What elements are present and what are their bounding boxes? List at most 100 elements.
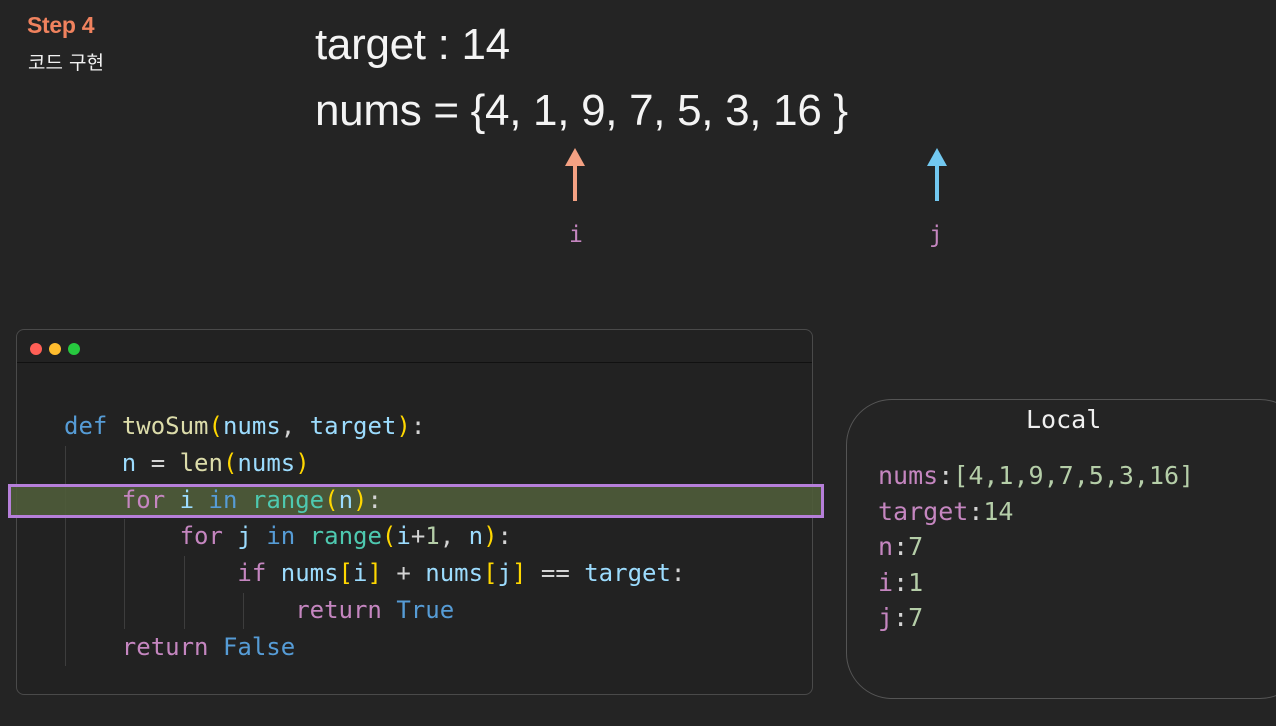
code-token: ( bbox=[381, 522, 397, 551]
code-token: for bbox=[121, 485, 166, 514]
code-token: in bbox=[208, 485, 238, 514]
code-line: def twoSum(nums, target): bbox=[64, 408, 685, 445]
code-token: n bbox=[468, 522, 484, 551]
code-token: if bbox=[237, 559, 267, 588]
pointer-i-arrow-icon bbox=[565, 148, 585, 201]
local-variable-name: target bbox=[878, 496, 969, 526]
code-token: n bbox=[338, 485, 354, 514]
local-variable-separator: : bbox=[893, 567, 909, 597]
local-variable-separator: : bbox=[893, 532, 909, 561]
close-dot-icon[interactable] bbox=[30, 343, 42, 355]
minimize-dot-icon[interactable] bbox=[49, 343, 61, 355]
code-token: : bbox=[497, 522, 512, 551]
code-token: , bbox=[439, 522, 469, 551]
local-variable-separator: : bbox=[938, 461, 954, 490]
code-token: nums bbox=[237, 448, 296, 477]
slide-canvas: Step 4 코드 구현 target : 14 nums = {4, 1, 9… bbox=[0, 0, 1276, 726]
code-token: for bbox=[179, 522, 223, 551]
local-variable-name: nums bbox=[878, 461, 939, 490]
code-token: return bbox=[121, 632, 209, 661]
local-variable-row: i:1 bbox=[878, 565, 1194, 601]
local-variable-value: 14 bbox=[983, 496, 1014, 526]
local-variable-value: [4,1,9,7,5,3,16] bbox=[953, 461, 1195, 490]
code-token: ] bbox=[511, 559, 527, 588]
step-title: Step 4 bbox=[27, 12, 95, 38]
code-token: + bbox=[410, 522, 426, 551]
code-line: n = len(nums) bbox=[64, 445, 685, 482]
code-token: : bbox=[410, 412, 426, 440]
code-token: def bbox=[64, 412, 108, 440]
code-token: ) bbox=[353, 485, 368, 514]
target-line: target : 14 bbox=[315, 20, 510, 69]
local-variable-name: n bbox=[878, 532, 894, 561]
code-line: for j in range(i+1, n): bbox=[64, 518, 685, 555]
code-token: 1 bbox=[425, 522, 440, 551]
code-token: i bbox=[179, 485, 195, 514]
maximize-dot-icon[interactable] bbox=[68, 343, 80, 355]
code-token: : bbox=[367, 485, 382, 514]
code-token: ( bbox=[324, 485, 339, 514]
code-token: nums bbox=[222, 412, 281, 440]
code-token: j bbox=[237, 522, 252, 551]
code-window-titlebar bbox=[17, 330, 812, 363]
local-variable-name: j bbox=[878, 603, 894, 632]
code-token: == bbox=[526, 559, 585, 588]
code-token: twoSum bbox=[121, 412, 209, 440]
code-token: , bbox=[280, 412, 310, 440]
code-line: for i in range(n): bbox=[64, 482, 685, 519]
local-variable-row: target:14 bbox=[878, 494, 1194, 530]
local-variable-row: nums:[4,1,9,7,5,3,16] bbox=[878, 458, 1194, 494]
pointer-j-arrow-icon bbox=[927, 148, 947, 201]
code-line: return True bbox=[64, 592, 685, 629]
local-variable-value: 7 bbox=[908, 603, 924, 632]
code-line: if nums[i] + nums[j] == target: bbox=[64, 555, 685, 592]
local-variable-name: i bbox=[878, 567, 894, 597]
code-token: = bbox=[136, 448, 180, 477]
locals-title: Local bbox=[1026, 405, 1102, 434]
code-token: i bbox=[396, 522, 411, 551]
code-token: nums bbox=[425, 559, 484, 588]
code-line: return False bbox=[64, 629, 685, 666]
code-token: j bbox=[497, 559, 512, 588]
local-variable-value: 7 bbox=[908, 532, 924, 561]
code-token: False bbox=[222, 632, 296, 661]
local-variable-row: n:7 bbox=[878, 529, 1194, 565]
code-token: ( bbox=[222, 448, 238, 477]
code-token: in bbox=[266, 522, 296, 551]
code-token: [ bbox=[483, 559, 498, 588]
code-token: [ bbox=[338, 559, 353, 588]
local-variable-separator: : bbox=[893, 603, 909, 632]
code-token: range bbox=[309, 522, 382, 551]
code-token: i bbox=[353, 559, 368, 588]
code-block: def twoSum(nums, target): n = len(nums) … bbox=[64, 408, 685, 666]
code-token: nums bbox=[280, 559, 339, 588]
local-variable-value: 1 bbox=[908, 567, 924, 597]
local-variable-separator: : bbox=[968, 496, 984, 526]
code-token: target bbox=[309, 412, 397, 440]
pointer-i-label: i bbox=[569, 222, 583, 248]
pointer-j-label: j bbox=[929, 222, 943, 248]
code-token: ) bbox=[396, 412, 411, 440]
code-token: n bbox=[121, 448, 137, 477]
code-token: ] bbox=[367, 559, 382, 588]
code-token: + bbox=[381, 559, 426, 588]
code-token: return bbox=[295, 595, 382, 624]
code-token: : bbox=[670, 559, 686, 588]
code-token: ) bbox=[483, 522, 498, 551]
local-variable-row: j:7 bbox=[878, 600, 1194, 636]
code-token: True bbox=[396, 595, 455, 624]
step-subtitle: 코드 구현 bbox=[28, 52, 104, 74]
